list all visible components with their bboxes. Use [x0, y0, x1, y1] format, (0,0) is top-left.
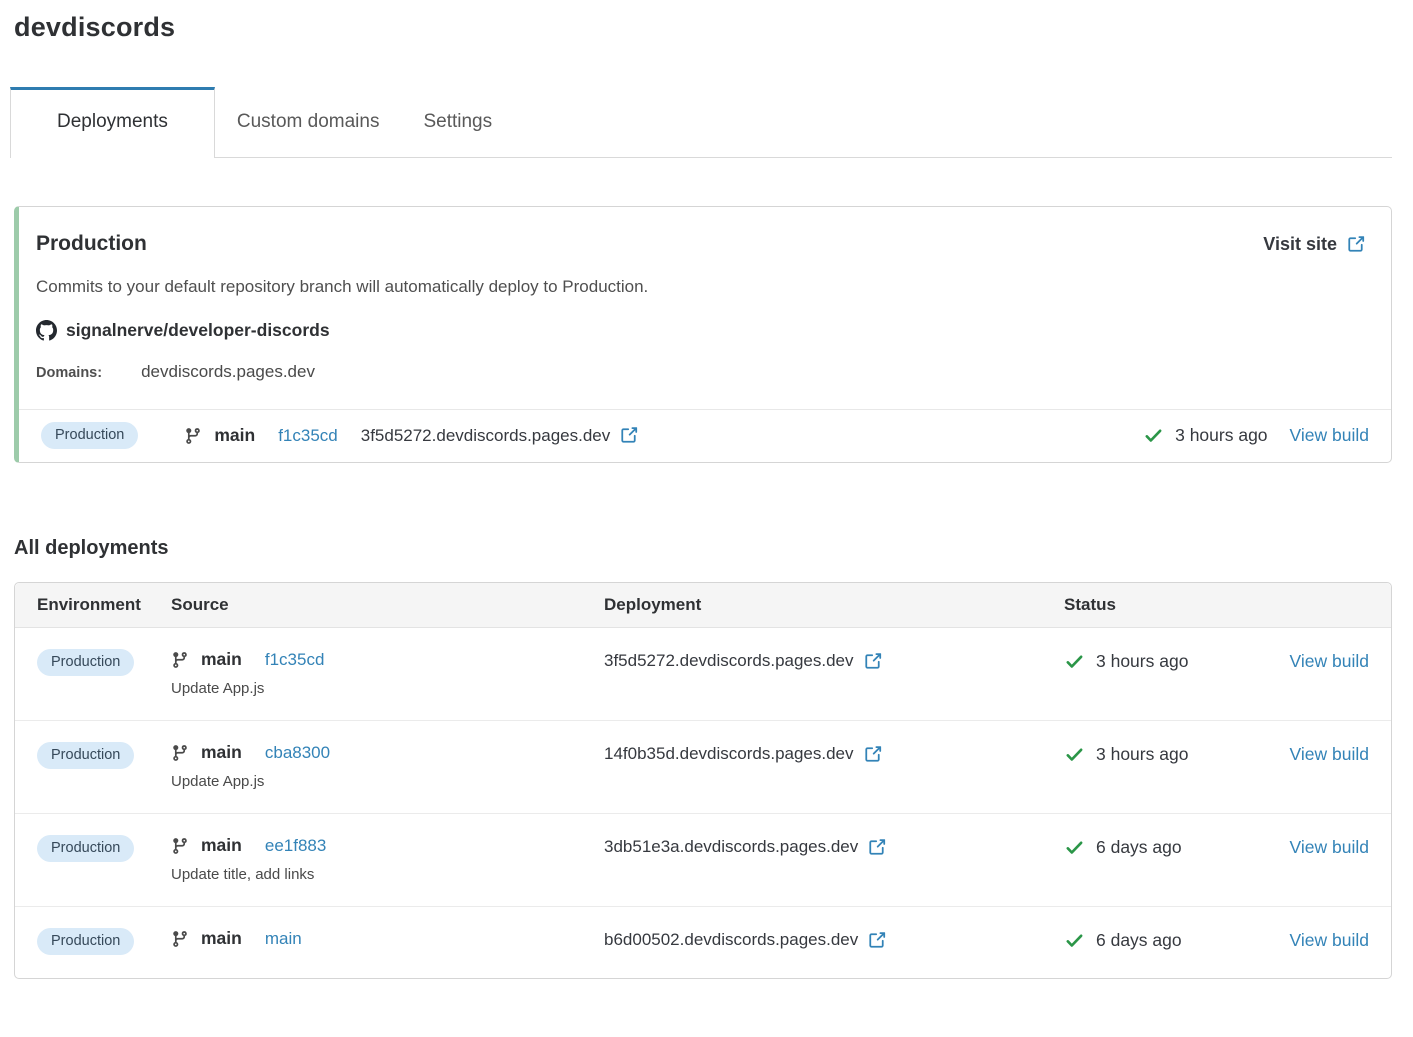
view-build-link[interactable]: View build	[1290, 837, 1369, 858]
environment-badge: Production	[37, 928, 134, 955]
external-link-icon	[619, 426, 638, 445]
branch-name: main	[201, 742, 242, 763]
github-icon	[36, 320, 57, 341]
branch-name: main	[201, 649, 242, 670]
git-branch-icon	[171, 651, 189, 669]
branch-name: main	[201, 928, 242, 949]
git-branch-icon	[171, 744, 189, 762]
commit-link[interactable]: f1c35cd	[278, 426, 338, 446]
deployment-url-link[interactable]: 3db51e3a.devdiscords.pages.dev	[604, 837, 886, 857]
production-card: Production Visit site Commits to your de…	[14, 206, 1392, 463]
commit-message: Update App.js	[171, 773, 604, 790]
tab-settings[interactable]: Settings	[401, 87, 514, 157]
production-card-title: Production	[36, 232, 147, 256]
external-link-icon	[867, 931, 886, 950]
deployment-url: 3f5d5272.devdiscords.pages.dev	[361, 426, 611, 446]
status-time: 3 hours ago	[1096, 651, 1188, 672]
deployment-url: 14f0b35d.devdiscords.pages.dev	[604, 744, 854, 764]
column-header-deployment: Deployment	[604, 595, 1064, 615]
column-header-source: Source	[171, 595, 604, 615]
environment-badge: Production	[37, 742, 134, 769]
git-branch-icon	[171, 837, 189, 855]
commit-message: Update title, add links	[171, 866, 604, 883]
table-row: Production main f1c35cd Update App.js 3f…	[15, 628, 1391, 720]
environment-badge: Production	[37, 649, 134, 676]
view-build-link[interactable]: View build	[1290, 744, 1369, 765]
visit-site-label: Visit site	[1263, 234, 1337, 255]
deployment-url-link[interactable]: 14f0b35d.devdiscords.pages.dev	[604, 744, 882, 764]
deployment-url: b6d00502.devdiscords.pages.dev	[604, 930, 858, 950]
git-branch-icon	[184, 427, 202, 445]
tab-deployments[interactable]: Deployments	[10, 87, 215, 158]
environment-badge: Production	[41, 422, 138, 449]
domains-value: devdiscords.pages.dev	[141, 362, 315, 382]
success-check-icon	[1064, 837, 1085, 858]
environment-badge: Production	[37, 835, 134, 862]
deployment-url: 3f5d5272.devdiscords.pages.dev	[604, 651, 854, 671]
status-time: 6 days ago	[1096, 837, 1182, 858]
tab-custom-domains[interactable]: Custom domains	[215, 87, 402, 157]
commit-link[interactable]: main	[265, 929, 302, 949]
view-build-link[interactable]: View build	[1290, 425, 1369, 446]
production-description: Commits to your default repository branc…	[36, 277, 1365, 297]
git-branch-icon	[171, 930, 189, 948]
status-time: 6 days ago	[1096, 930, 1182, 951]
tab-bar: Deployments Custom domains Settings	[10, 87, 1392, 158]
deployments-table: Environment Source Deployment Status Pro…	[14, 582, 1392, 979]
external-link-icon	[867, 838, 886, 857]
column-header-environment: Environment	[37, 595, 171, 615]
success-check-icon	[1143, 425, 1164, 446]
table-row: Production main cba8300 Update App.js 14…	[15, 720, 1391, 813]
branch-name: main	[201, 835, 242, 856]
deployment-url-link[interactable]: 3f5d5272.devdiscords.pages.dev	[361, 426, 639, 446]
success-check-icon	[1064, 930, 1085, 951]
table-row: Production main ee1f883 Update title, ad…	[15, 813, 1391, 906]
deployment-url-link[interactable]: 3f5d5272.devdiscords.pages.dev	[604, 651, 882, 671]
pages-project-page: devdiscords Deployments Custom domains S…	[0, 0, 1413, 979]
external-link-icon	[863, 652, 882, 671]
all-deployments-title: All deployments	[14, 537, 1392, 560]
external-link-icon	[1346, 235, 1365, 254]
column-header-status: Status	[1064, 595, 1284, 615]
external-link-icon	[863, 745, 882, 764]
view-build-link[interactable]: View build	[1290, 651, 1369, 672]
commit-link[interactable]: ee1f883	[265, 836, 326, 856]
commit-message: Update App.js	[171, 680, 604, 697]
page-title: devdiscords	[14, 12, 1392, 43]
success-check-icon	[1064, 744, 1085, 765]
status-time: 3 hours ago	[1096, 744, 1188, 765]
commit-link[interactable]: cba8300	[265, 743, 330, 763]
visit-site-link[interactable]: Visit site	[1263, 234, 1365, 255]
deployment-url: 3db51e3a.devdiscords.pages.dev	[604, 837, 858, 857]
view-build-link[interactable]: View build	[1290, 930, 1369, 951]
commit-link[interactable]: f1c35cd	[265, 650, 325, 670]
table-row: Production main main b6d00502.devdiscord…	[15, 906, 1391, 978]
status-time: 3 hours ago	[1175, 425, 1267, 446]
domains-label: Domains:	[36, 365, 102, 381]
deployment-url-link[interactable]: b6d00502.devdiscords.pages.dev	[604, 930, 886, 950]
success-check-icon	[1064, 651, 1085, 672]
production-deployment-row: Production main f1c35cd 3f5d5272.devdisc…	[19, 409, 1391, 462]
table-header-row: Environment Source Deployment Status	[15, 583, 1391, 628]
branch-name: main	[214, 425, 255, 446]
repo-name: signalnerve/developer-discords	[66, 320, 330, 341]
